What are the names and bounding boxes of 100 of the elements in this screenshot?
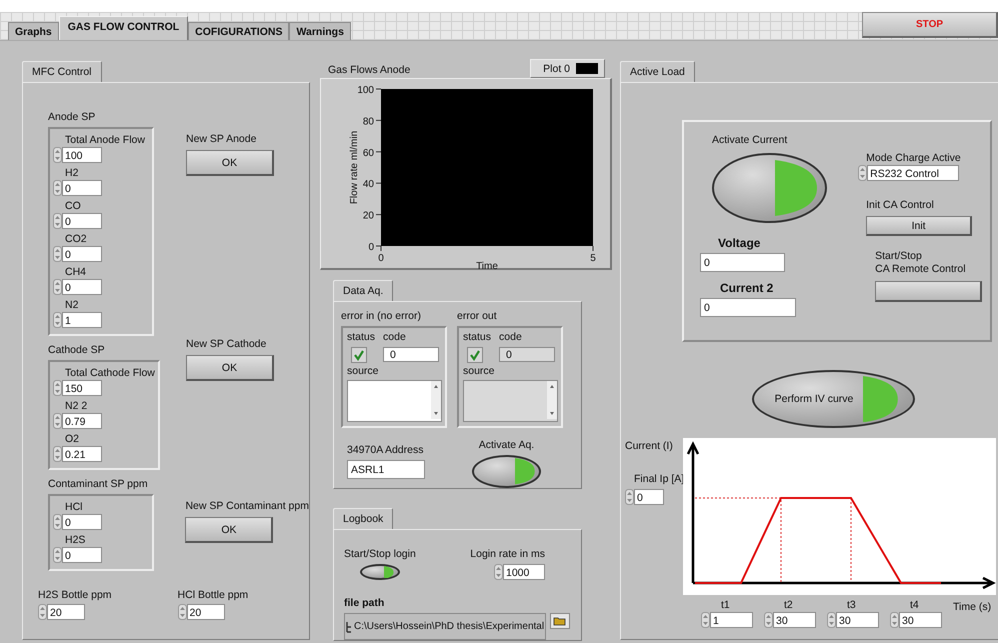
spinner-icon[interactable] [53,514,62,530]
number-field[interactable]: 100 [62,147,102,163]
lamp-icon [863,376,898,422]
init-button[interactable]: Init [866,216,972,236]
path-icon [346,620,352,632]
field-label: t4 [909,599,920,612]
field-label: O2 [64,432,80,446]
spinner-icon[interactable] [890,612,899,628]
spinner-icon[interactable] [53,180,62,196]
field-label: HCl Bottle ppm [178,589,248,602]
field-label: t3 [846,599,857,612]
ring-field[interactable]: RS232 Control [867,165,960,181]
spinner-icon[interactable] [494,564,503,580]
field-label: t2 [783,599,794,612]
spinner-icon[interactable] [764,612,773,628]
spinner-icon[interactable] [53,246,62,262]
field-label: CO2 [64,232,88,246]
status-checkbox[interactable] [351,347,367,363]
browse-button[interactable] [550,613,570,629]
number-field[interactable]: 1 [710,612,753,628]
number-field[interactable]: 30 [899,612,942,628]
tab[interactable]: Data Aq. [333,280,394,301]
spinner-icon[interactable] [53,380,62,396]
tick-mark [376,182,382,184]
field-label: N2 2 [64,399,88,413]
number-field[interactable]: 0.79 [62,413,102,429]
spinner-icon[interactable] [701,612,710,628]
tab[interactable]: MFC Control [22,61,102,82]
axis-title: Time [476,261,498,271]
number-field[interactable]: 0 [62,547,102,563]
tick-mark [376,88,382,90]
tab[interactable]: Warnings [289,22,351,40]
scroll-bar[interactable] [547,381,557,419]
axis-title: Flow rate ml/min [349,130,360,204]
ok-button[interactable]: OK [186,150,274,176]
field-label: N2 [64,298,80,312]
button-caption: Activate Current [712,134,788,147]
field-label: t1 [720,599,731,612]
tick-label: 5 [590,253,596,264]
scroll-bar[interactable] [431,381,441,419]
spinner-icon[interactable] [53,547,62,563]
tab[interactable]: GAS FLOW CONTROL [58,16,188,40]
spinner-icon[interactable] [53,147,62,163]
tab[interactable]: Active Load [620,61,695,82]
number-field[interactable]: 0 [62,514,102,530]
field-label: HCl [64,500,84,514]
number-field[interactable]: 0 [62,180,102,196]
spinner-icon[interactable] [53,213,62,229]
remote-control-button[interactable] [875,281,982,302]
spinner-icon[interactable] [858,165,868,181]
address-field[interactable]: ASRL1 [347,460,425,479]
number-field[interactable]: 150 [62,380,102,396]
button-caption: Start/Stop CA Remote Control [875,250,966,276]
plot-legend[interactable]: Plot 0 [530,59,605,78]
spinner-icon[interactable] [53,446,62,462]
lamp-icon [775,160,818,216]
spinner-icon[interactable] [178,604,187,620]
field-label: Voltage [718,237,760,250]
number-field[interactable]: 0.21 [62,446,102,462]
number-field[interactable]: 1 [62,312,102,328]
spinner-icon[interactable] [827,612,836,628]
number-field[interactable]: 30 [836,612,879,628]
number-field[interactable]: 20 [186,604,225,620]
number-field[interactable]: 30 [773,612,816,628]
number-field[interactable]: 0 [62,279,102,295]
tab[interactable]: Graphs [8,22,59,40]
button-caption: New SP Cathode [186,338,268,351]
spinner-icon[interactable] [38,604,47,620]
field-label: status [463,331,492,344]
tick-label: 0 [368,242,374,253]
group-title: Contaminant SP ppm [48,478,149,491]
button-caption: Init CA Control [866,199,934,212]
tick-label: 80 [362,116,374,128]
tab[interactable]: COFIGURATIONS [188,22,290,40]
number-field[interactable]: 0 [62,213,102,229]
path-field[interactable]: C:\Users\Hossein\PhD thesis\Experimental [344,613,546,640]
number-field[interactable]: 20 [47,604,85,620]
spinner-icon[interactable] [53,413,62,429]
source-field[interactable] [347,380,442,422]
spinner-icon[interactable] [53,279,62,295]
field-label: source [463,365,496,378]
current-field: 0 [700,298,796,317]
field-label: 34970A Address [347,444,424,457]
number-field[interactable]: 0 [634,489,664,505]
cluster-title: error in (no error) [341,310,422,323]
toggle-button[interactable] [360,564,400,580]
code-field[interactable]: 0 [383,347,440,362]
field-label: source [347,365,380,378]
number-field[interactable]: 1000 [503,564,545,580]
ok-button[interactable]: OK [185,517,274,543]
tab[interactable]: Logbook [333,508,394,529]
lamp-icon [515,458,535,485]
toggle-button[interactable]: Perform IV curve [752,370,915,428]
field-label: Mode Charge Active [866,152,961,165]
spinner-icon[interactable] [53,312,62,328]
button-caption: Start/Stop login [344,548,416,561]
number-field[interactable]: 0 [62,246,102,262]
group-title: Anode SP [48,111,96,124]
spinner-icon[interactable] [625,489,634,505]
ok-button[interactable]: OK [186,355,274,381]
